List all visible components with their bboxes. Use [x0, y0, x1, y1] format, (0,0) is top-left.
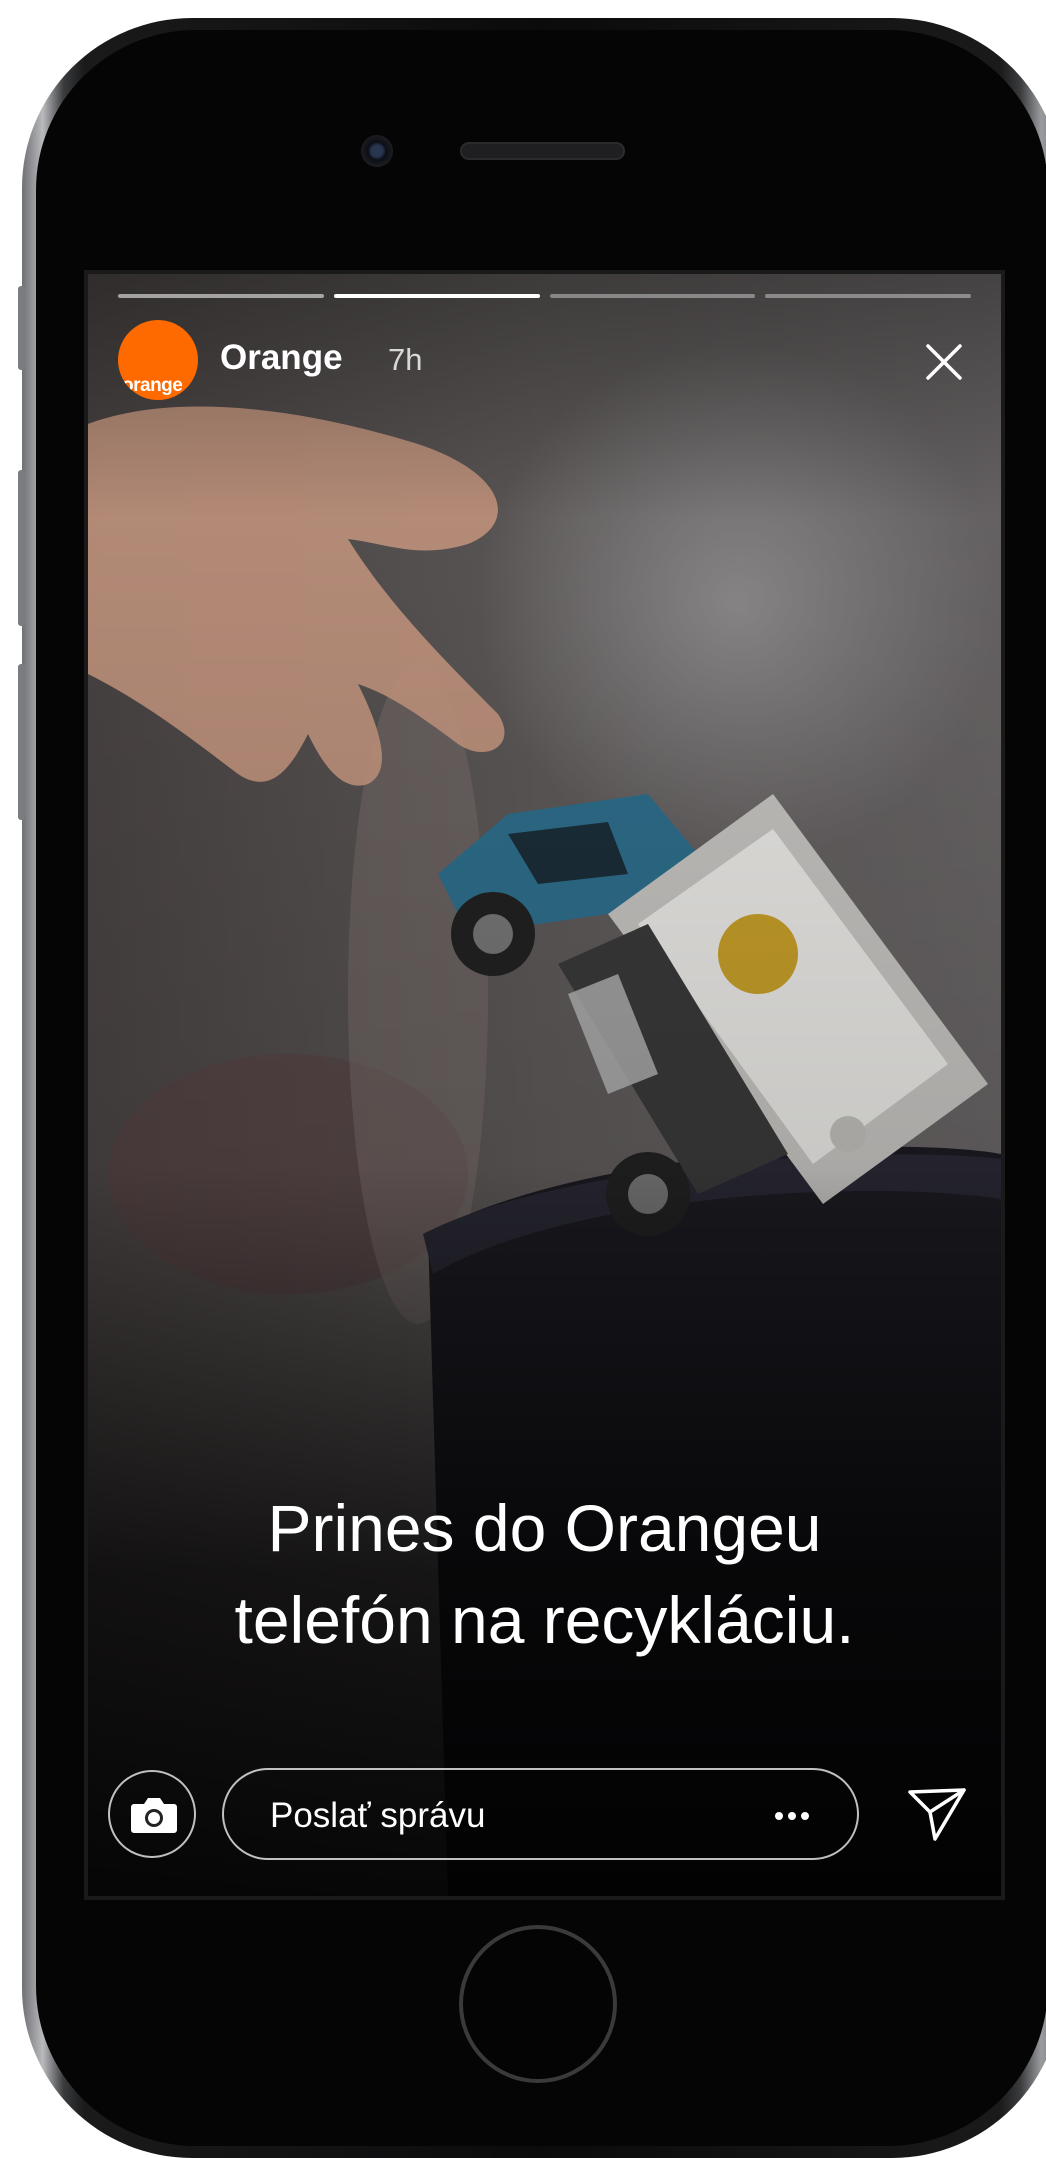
message-placeholder: Poslať správu: [270, 1796, 486, 1835]
volume-down-button: [18, 664, 26, 820]
avatar[interactable]: orange: [118, 320, 198, 400]
earpiece-speaker: [460, 142, 625, 160]
more-dots-icon[interactable]: [775, 1812, 809, 1820]
progress-segment: [333, 294, 540, 298]
camera-icon: [131, 1798, 177, 1833]
mute-switch: [18, 286, 26, 370]
avatar-logo-text: orange: [122, 375, 183, 396]
story-caption: Prines do Orangeu telefón na recykláciu.: [88, 1482, 1001, 1666]
caption-line: Prines do Orangeu: [267, 1491, 822, 1565]
send-icon[interactable]: [907, 1786, 967, 1842]
post-time: 7h: [388, 342, 423, 377]
front-camera: [361, 135, 393, 167]
story-screen[interactable]: orange Orange 7h Prines do Orangeu telef…: [84, 270, 1005, 1900]
close-icon[interactable]: [922, 340, 966, 384]
progress-segment: [549, 294, 756, 298]
story-progress-bar: [118, 294, 971, 299]
home-button[interactable]: [459, 1925, 617, 2083]
account-name[interactable]: Orange: [220, 338, 343, 378]
reply-bar: Poslať správu: [108, 1768, 981, 1864]
volume-up-button: [18, 470, 26, 626]
progress-segment: [765, 294, 971, 298]
story-header: orange Orange 7h: [118, 320, 981, 400]
caption-line: telefón na recykláciu.: [234, 1583, 855, 1657]
camera-button[interactable]: [108, 1770, 196, 1858]
message-input[interactable]: Poslať správu: [222, 1768, 859, 1860]
progress-segment: [118, 294, 324, 298]
